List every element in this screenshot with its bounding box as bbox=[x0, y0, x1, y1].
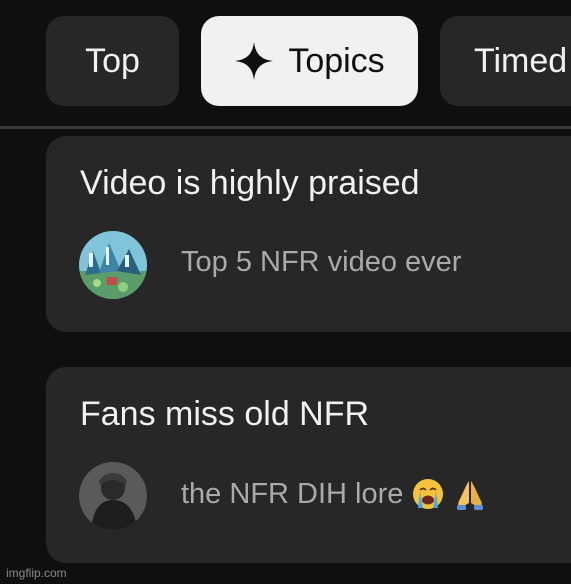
avatar[interactable] bbox=[79, 231, 147, 299]
chip-top[interactable]: Top bbox=[46, 16, 179, 106]
chip-topics-label: Topics bbox=[288, 41, 385, 80]
topic-card-title: Video is highly praised bbox=[80, 164, 420, 202]
avatar[interactable] bbox=[79, 462, 147, 530]
topic-card-title: Fans miss old NFR bbox=[80, 395, 370, 433]
topic-card-comment: the NFR DIH lore bbox=[181, 477, 487, 511]
chip-timed[interactable]: Timed bbox=[440, 16, 571, 106]
topic-card[interactable]: Fans miss old NFR the NFR DIH lore bbox=[46, 367, 571, 563]
sparkle-icon bbox=[235, 42, 274, 80]
chip-timed-label: Timed bbox=[474, 41, 568, 80]
folded-hands-emoji bbox=[457, 481, 484, 510]
topic-card-comment-text: the NFR DIH lore bbox=[181, 477, 404, 510]
imgflip-watermark: imgflip.com bbox=[6, 566, 67, 580]
chip-topics[interactable]: Topics bbox=[201, 16, 418, 106]
topic-card[interactable]: Video is highly praised Top 5 NFR video … bbox=[46, 136, 571, 332]
summary-screen: Top Topics Timed Video is highly praised bbox=[0, 0, 571, 584]
topic-card-comment: Top 5 NFR video ever bbox=[181, 246, 461, 279]
chip-row-divider bbox=[0, 126, 571, 129]
loudly-crying-face-emoji bbox=[413, 479, 444, 509]
chip-top-label: Top bbox=[85, 41, 140, 80]
topic-card-comment-text: Top 5 NFR video ever bbox=[181, 246, 462, 278]
